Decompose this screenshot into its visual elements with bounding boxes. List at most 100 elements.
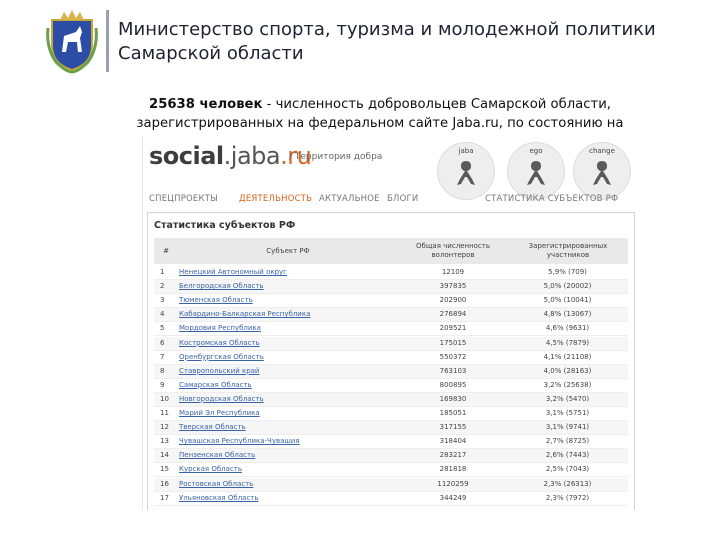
row-number: 1	[160, 268, 165, 276]
table-row: 1 Ненецкий Автономный округ 12109 5,9% (709…	[154, 266, 628, 280]
row-number: 3	[160, 296, 165, 305]
registered-share: 2,3% (7972)	[545, 493, 590, 502]
total-volunteers: 12109	[441, 268, 465, 276]
site-nav: СПЕЦПРОЕКТЫ ДЕЯТЕЛЬНОСТЬ АКТУАЛЬНОЕ БЛОГ…	[147, 194, 631, 208]
total-volunteers: 800895	[439, 380, 467, 389]
table-row: 14 Пензенская Область 283217 2,6% (7443)	[154, 449, 628, 464]
row-number: 7	[160, 352, 165, 361]
ministry-title: Министерство спорта, туризма и молодежно…	[118, 18, 656, 66]
ministry-title-line1: Министерство спорта, туризма и молодежно…	[118, 19, 656, 40]
registered-share: 4,6% (9631)	[545, 324, 590, 333]
slide-header: Министерство спорта, туризма и молодежно…	[0, 0, 720, 80]
region-link[interactable]: Новгородская Область	[179, 393, 399, 406]
total-volunteers: 344249	[439, 493, 467, 502]
col-header: Общая численность волонтеров	[416, 242, 490, 259]
table-row: 9 Самарская Область 800895 3,2% (25638)	[154, 379, 628, 393]
circle-jaba[interactable]: jaba	[437, 142, 495, 200]
table-row: 11 Марий Эл Республика 185051 3,1% (5751)	[154, 407, 628, 421]
circle-label: ego	[529, 147, 543, 155]
registered-share: 4,8% (13067)	[543, 310, 592, 319]
col-header: Зарегистрированных участников	[528, 242, 608, 259]
circle-label: change	[589, 147, 615, 155]
row-number: 14	[160, 451, 169, 460]
registered-share: 4,1% (21108)	[543, 352, 592, 361]
region-link[interactable]: Мордовия Республика	[179, 322, 399, 335]
table-row: 3 Тюменская Область 202900 5,0% (10041)	[154, 294, 628, 309]
region-link[interactable]: Пензенская Область	[179, 449, 399, 462]
total-volunteers: 175015	[439, 338, 467, 347]
total-volunteers: 763103	[439, 366, 467, 375]
col-header: Субъект РФ	[266, 247, 310, 255]
total-volunteers: 202900	[439, 296, 467, 305]
region-link[interactable]: Ростовская Область	[179, 478, 399, 491]
region-link[interactable]: Кабардино-Балкарская Республика	[179, 308, 399, 321]
frog-icon	[457, 161, 475, 185]
website-screenshot: social.jaba.ru / Территория добра jaba e…	[142, 136, 637, 510]
table-row: 13 Чувашская Республика-Чувашия 318404 2,7%…	[154, 435, 628, 450]
table-header: # Субъект РФ Общая численность волонтеро…	[154, 238, 628, 264]
table-row: 15 Курская Область 281818 2,5% (7043)	[154, 463, 628, 478]
region-link[interactable]: Оренбургская Область	[179, 351, 399, 364]
region-link[interactable]: Курская Область	[179, 463, 399, 476]
total-volunteers: 276894	[439, 310, 467, 319]
caption-text: - численность добровольцев Самарской обл…	[262, 97, 611, 112]
total-volunteers: 318404	[439, 437, 467, 446]
region-link[interactable]: Марий Эл Республика	[179, 407, 399, 420]
region-link[interactable]: Чувашская Республика-Чувашия	[179, 435, 399, 448]
row-number: 12	[160, 423, 169, 432]
region-link[interactable]: Ненецкий Автономный округ	[179, 266, 399, 279]
header-divider	[106, 10, 109, 72]
nav-item[interactable]: АКТУАЛЬНОЕ	[319, 194, 380, 204]
circle-change[interactable]: change	[573, 142, 631, 200]
region-link[interactable]: Ульяновская Область	[179, 492, 399, 505]
registered-share: 3,2% (25638)	[543, 380, 592, 389]
total-volunteers: 169830	[439, 394, 467, 403]
site-logo: social.jaba.ru	[149, 142, 312, 170]
row-number: 8	[160, 366, 165, 375]
total-volunteers: 209521	[439, 324, 467, 333]
frog-icon	[527, 161, 545, 185]
region-link[interactable]: Тверская Область	[179, 421, 399, 434]
row-number: 4	[160, 310, 165, 319]
total-volunteers: 185051	[439, 409, 467, 417]
total-volunteers: 281818	[439, 465, 467, 474]
region-link[interactable]: Белгородская Область	[179, 280, 399, 293]
row-number: 13	[160, 437, 169, 446]
registered-share: 3,2% (5470)	[545, 394, 590, 403]
table-row: 8 Ставропольский край 763103 4,0% (28163)	[154, 364, 628, 379]
registered-share: 3,1% (9741)	[545, 423, 590, 432]
circle-ego[interactable]: ego	[507, 142, 565, 200]
region-link[interactable]: Ставропольский край	[179, 365, 399, 378]
table-row: 17 Ульяновская Область 344249 2,3% (7972)	[154, 492, 628, 506]
total-volunteers: 550372	[439, 352, 467, 361]
nav-item[interactable]: СПЕЦПРОЕКТЫ	[149, 194, 218, 204]
circle-label: jaba	[458, 147, 474, 155]
region-link[interactable]: Тюменская Область	[179, 294, 399, 307]
region-link[interactable]: Костромская Область	[179, 337, 399, 350]
nav-item[interactable]: ДЕЯТЕЛЬНОСТЬ	[239, 194, 312, 204]
site-tagline: / Территория добра	[289, 152, 383, 162]
registered-share: 2,5% (7043)	[545, 465, 590, 474]
region-link[interactable]: Самарская Область	[179, 379, 399, 392]
table-row: 7 Оренбургская Область 550372 4,1% (21108)	[154, 351, 628, 365]
table-row: 16 Ростовская Область 1120259 2,3% (26313)	[154, 477, 628, 492]
registered-share: 5,9% (709)	[548, 268, 587, 276]
coat-of-arms-icon	[46, 10, 98, 74]
row-number: 16	[160, 479, 169, 488]
nav-item[interactable]: БЛОГИ	[387, 194, 418, 204]
nav-item[interactable]: СТАТИСТИКА СУБЪЕКТОВ РФ	[485, 194, 618, 204]
stats-table: Статистика субъектов РФ # Субъект РФ Общ…	[147, 212, 635, 510]
table-row: 2 Белгородская Область 397835 5,0% (20002)	[154, 280, 628, 295]
registered-share: 2,3% (26313)	[543, 479, 592, 488]
row-number: 17	[160, 493, 169, 502]
total-volunteers: 283217	[439, 451, 467, 460]
total-volunteers: 317155	[439, 423, 467, 432]
registered-share: 2,7% (8725)	[545, 437, 590, 446]
row-number: 15	[160, 465, 169, 474]
table-row: 10 Новгородская Область 169830 3,2% (5470)	[154, 392, 628, 407]
registered-share: 4,0% (28163)	[543, 366, 592, 375]
row-number: 6	[160, 338, 165, 347]
row-number: 2	[160, 282, 165, 291]
logo-social: social	[149, 142, 224, 170]
caption-bold: 25638 человек	[149, 97, 263, 112]
